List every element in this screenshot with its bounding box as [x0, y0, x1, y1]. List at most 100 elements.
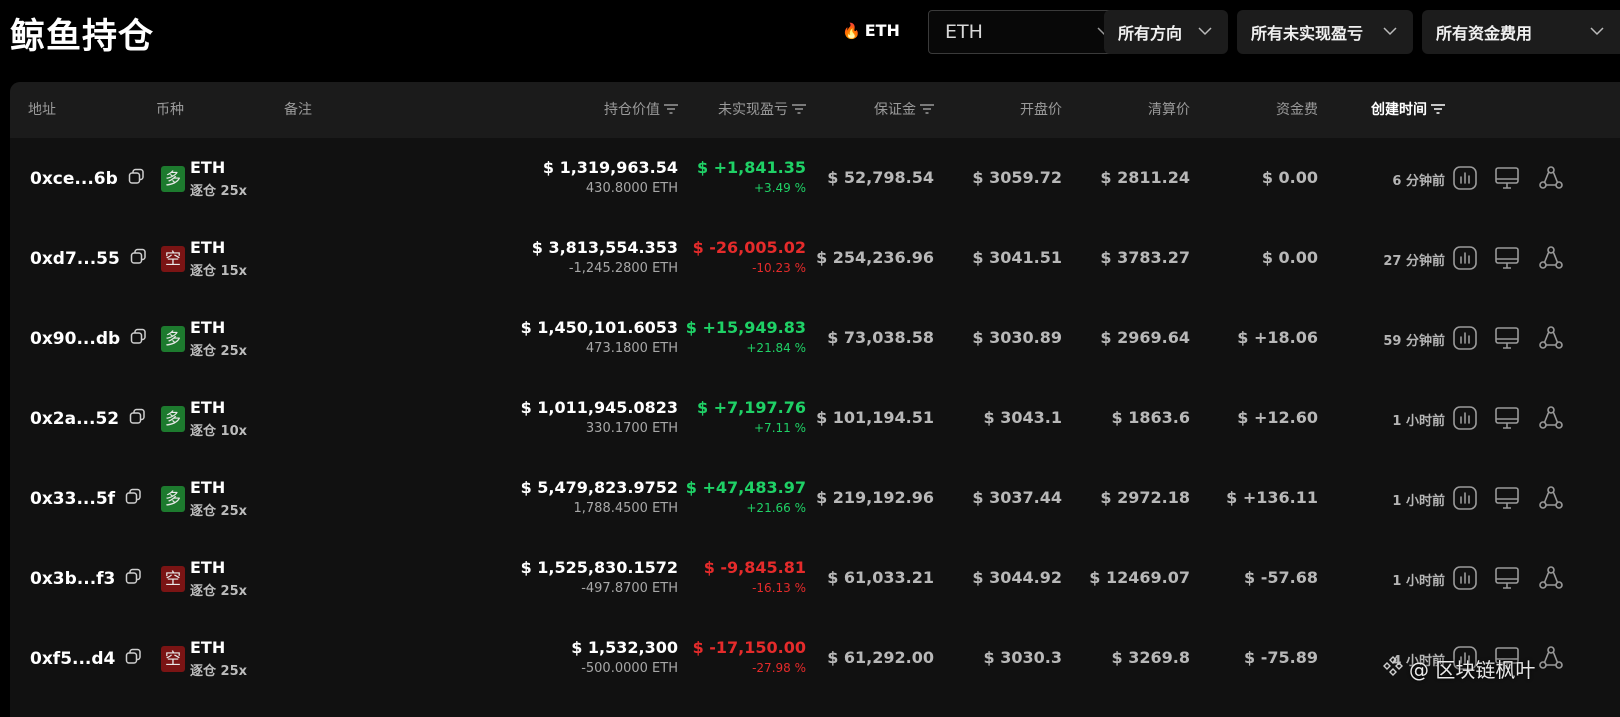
copy-icon[interactable] — [130, 328, 147, 350]
funding-fee: $ 0.00 — [1261, 168, 1318, 187]
open-price: $ 3037.44 — [972, 488, 1062, 507]
monitor-icon[interactable] — [1494, 565, 1522, 593]
share-icon[interactable] — [1538, 405, 1566, 433]
coin-select[interactable]: ETH — [928, 10, 1130, 54]
address-cell[interactable]: 0x2a...52 — [30, 408, 146, 430]
chart-icon[interactable] — [1452, 405, 1480, 433]
address-cell[interactable]: 0x3b...f3 — [30, 568, 142, 590]
table-row[interactable]: 0x33...5f 多 ETH 逐仓 25x $ 5,479,823.9752 1,788… — [10, 458, 1620, 541]
table-row[interactable]: 0xce...6b 多 ETH 逐仓 25x $ 1,319,963.54 430.800… — [10, 138, 1620, 221]
address-cell[interactable]: 0x90...db — [30, 328, 147, 350]
chevron-down-icon — [1383, 25, 1397, 40]
address-cell[interactable]: 0xce...6b — [30, 168, 145, 190]
created-time: 27 分钟前 — [1383, 254, 1445, 269]
coin-tag-label: ETH — [864, 21, 900, 40]
watermark: @ 区块链枫叶 — [1383, 654, 1535, 683]
leverage-label: 逐仓 25x — [190, 664, 248, 679]
filter-unrealized-pnl[interactable]: 所有未实现盈亏 — [1237, 10, 1413, 54]
fire-icon: 🔥 — [842, 21, 861, 40]
column-address: 地址 — [28, 102, 56, 118]
table-row[interactable]: 0xf5...d4 空 ETH 逐仓 25x $ 1,532,300 -500.0000 … — [10, 618, 1620, 701]
position-size: -1,245.2800 ETH — [568, 261, 678, 276]
top-bar: 鲸鱼持仓 🔥 ETH ETH 所有方向 所有未实现盈亏 所有资金费用 — [0, 0, 1620, 80]
copy-icon[interactable] — [125, 568, 142, 590]
monitor-icon[interactable] — [1494, 405, 1522, 433]
leverage-label: 逐仓 25x — [190, 184, 248, 199]
copy-icon[interactable] — [125, 648, 142, 670]
table-row[interactable]: 0x3b...f3 空 ETH 逐仓 25x $ 1,525,830.1572 -497.… — [10, 538, 1620, 621]
column-unrealized-pnl-label: 未实现盈亏 — [718, 102, 788, 118]
share-icon[interactable] — [1538, 165, 1566, 193]
table-row[interactable]: 0x2a...52 多 ETH 逐仓 10x $ 1,011,945.0823 330.1… — [10, 378, 1620, 461]
address-text[interactable]: 0xd7...55 — [30, 249, 120, 269]
position-size: 473.1800 ETH — [585, 341, 678, 356]
chart-icon[interactable] — [1452, 565, 1480, 593]
unrealized-pnl-percent: +7.11 % — [754, 421, 806, 435]
address-cell[interactable]: 0xd7...55 — [30, 248, 147, 270]
column-created-time-label: 创建时间 — [1371, 102, 1427, 118]
coin-name: ETH — [190, 478, 226, 497]
monitor-icon[interactable] — [1494, 325, 1522, 353]
column-created-time[interactable]: 创建时间 — [1371, 82, 1445, 138]
share-icon[interactable] — [1538, 645, 1566, 673]
address-cell[interactable]: 0x33...5f — [30, 488, 142, 510]
address-text[interactable]: 0x2a...52 — [30, 409, 119, 429]
share-icon[interactable] — [1538, 485, 1566, 513]
coin-name: ETH — [190, 398, 226, 417]
copy-icon[interactable] — [125, 488, 142, 510]
table-row[interactable]: 0xd7...55 空 ETH 逐仓 15x $ 3,813,554.353 -1,245… — [10, 218, 1620, 301]
column-position-value[interactable]: 持仓价值 — [604, 82, 678, 138]
funding-fee: $ 0.00 — [1261, 248, 1318, 267]
share-icon[interactable] — [1538, 565, 1566, 593]
address-text[interactable]: 0x3b...f3 — [30, 569, 115, 589]
chart-icon[interactable] — [1452, 485, 1480, 513]
liquidation-price: $ 3269.8 — [1111, 648, 1190, 667]
positions-table: 地址 币种 备注 持仓价值 未实现盈亏 保证金 开盘价 清算价 资金费 创建时间… — [10, 82, 1620, 717]
created-time: 1 小时前 — [1392, 414, 1445, 429]
open-price: $ 3041.51 — [972, 248, 1062, 267]
copy-icon[interactable] — [128, 168, 145, 190]
filter-funding-fee[interactable]: 所有资金费用 — [1422, 10, 1620, 54]
coin-tag: 🔥 ETH — [842, 21, 900, 40]
address-text[interactable]: 0xf5...d4 — [30, 649, 115, 669]
open-price: $ 3030.89 — [972, 328, 1062, 347]
liquidation-price: $ 2811.24 — [1100, 168, 1190, 187]
monitor-icon[interactable] — [1494, 245, 1522, 273]
funding-fee: $ +18.06 — [1237, 328, 1318, 347]
liquidation-price: $ 3783.27 — [1100, 248, 1190, 267]
margin-value: $ 101,194.51 — [816, 408, 934, 427]
address-text[interactable]: 0x90...db — [30, 329, 120, 349]
coin-name: ETH — [190, 558, 226, 577]
created-time: 6 分钟前 — [1392, 174, 1445, 189]
share-icon[interactable] — [1538, 325, 1566, 353]
coin-name: ETH — [190, 158, 226, 177]
chart-icon[interactable] — [1452, 245, 1480, 273]
column-margin[interactable]: 保证金 — [874, 82, 934, 138]
address-cell[interactable]: 0xf5...d4 — [30, 648, 142, 670]
direction-badge: 多 — [161, 406, 185, 432]
margin-value: $ 73,038.58 — [827, 328, 934, 347]
funding-fee: $ -75.89 — [1244, 648, 1318, 667]
address-text[interactable]: 0x33...5f — [30, 489, 115, 509]
address-text[interactable]: 0xce...6b — [30, 169, 118, 189]
chart-icon[interactable] — [1452, 165, 1480, 193]
column-liquidation-price: 清算价 — [1148, 102, 1190, 118]
margin-value: $ 61,033.21 — [827, 568, 934, 587]
open-price: $ 3043.1 — [983, 408, 1062, 427]
monitor-icon[interactable] — [1494, 165, 1522, 193]
copy-icon[interactable] — [129, 408, 146, 430]
table-row[interactable]: 0x90...db 多 ETH 逐仓 25x $ 1,450,101.6053 473.1… — [10, 298, 1620, 381]
leverage-label: 逐仓 25x — [190, 584, 248, 599]
column-unrealized-pnl[interactable]: 未实现盈亏 — [718, 82, 806, 138]
copy-icon[interactable] — [130, 248, 147, 270]
direction-badge: 空 — [161, 566, 185, 592]
share-icon[interactable] — [1538, 245, 1566, 273]
direction-badge: 空 — [161, 246, 185, 272]
leverage-label: 逐仓 25x — [190, 504, 248, 519]
monitor-icon[interactable] — [1494, 485, 1522, 513]
chart-icon[interactable] — [1452, 325, 1480, 353]
position-size: -500.0000 ETH — [581, 661, 678, 676]
position-size: -497.8700 ETH — [581, 581, 678, 596]
filter-direction[interactable]: 所有方向 — [1104, 10, 1228, 54]
margin-value: $ 61,292.00 — [827, 648, 934, 667]
